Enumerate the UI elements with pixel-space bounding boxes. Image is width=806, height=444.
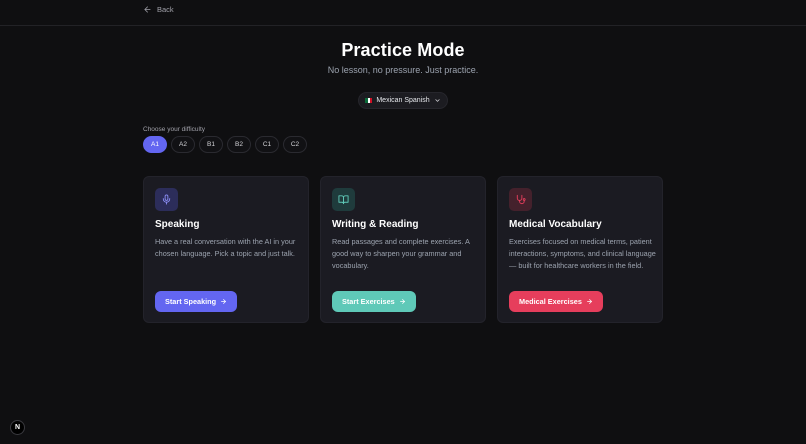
card-description: Read passages and complete exercises. A … — [332, 237, 470, 271]
mexico-flag-icon — [365, 98, 373, 103]
medical-exercises-button[interactable]: Medical Exercises — [509, 291, 603, 312]
arrow-right-icon — [399, 299, 405, 304]
card-title: Speaking — [155, 219, 200, 230]
arrow-right-icon — [586, 299, 592, 304]
next-logo-badge[interactable]: N — [10, 420, 25, 435]
card-icon-wrap — [509, 188, 532, 211]
speaking-card: Speaking Have a real conversation with t… — [143, 176, 309, 323]
level-b2-button[interactable]: B2 — [227, 136, 251, 153]
chevron-down-icon — [435, 99, 440, 102]
level-b1-button[interactable]: B1 — [199, 136, 223, 153]
start-speaking-button[interactable]: Start Speaking — [155, 291, 238, 312]
back-button[interactable]: Back — [143, 5, 174, 14]
level-a1-button[interactable]: A1 — [143, 136, 167, 153]
card-description: Have a real conversation with the AI in … — [155, 237, 296, 259]
language-label: Mexican Spanish — [376, 97, 430, 104]
start-exercises-button[interactable]: Start Exercises — [332, 291, 416, 312]
back-label: Back — [157, 5, 174, 14]
page-title: Practice Mode — [341, 40, 465, 60]
medical-vocabulary-card: Medical Vocabulary Exercises focused on … — [497, 176, 663, 323]
writing-reading-card: Writing & Reading Read passages and comp… — [320, 176, 486, 323]
card-title: Medical Vocabulary — [509, 219, 602, 230]
card-icon-wrap — [332, 188, 355, 211]
card-title: Writing & Reading — [332, 219, 419, 230]
button-label: Start Speaking — [165, 297, 217, 306]
button-label: Medical Exercises — [519, 297, 582, 306]
card-icon-wrap — [155, 188, 178, 211]
language-selector[interactable]: Mexican Spanish — [358, 92, 448, 109]
page-subtitle: No lesson, no pressure. Just practice. — [327, 65, 479, 75]
difficulty-levels: A1 A2 B1 B2 C1 C2 — [143, 136, 307, 153]
level-c1-button[interactable]: C1 — [255, 136, 279, 153]
button-label: Start Exercises — [342, 297, 395, 306]
card-description: Exercises focused on medical terms, pati… — [509, 237, 656, 271]
arrow-left-icon — [144, 6, 151, 13]
badge-label: N — [14, 424, 21, 431]
difficulty-label: Choose your difficulty — [143, 126, 206, 133]
stethoscope-icon — [516, 194, 526, 205]
arrow-right-icon — [221, 299, 226, 304]
book-open-icon — [338, 195, 349, 205]
level-c2-button[interactable]: C2 — [283, 136, 307, 153]
level-a2-button[interactable]: A2 — [171, 136, 195, 153]
top-bar: Back — [0, 0, 806, 26]
microphone-icon — [162, 194, 171, 205]
